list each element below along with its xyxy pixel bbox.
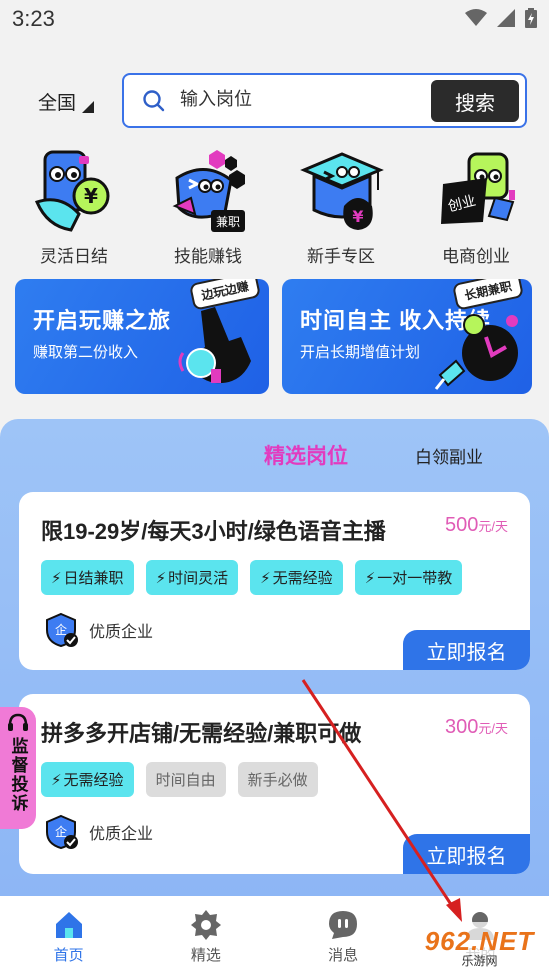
job-tag: ⚡ 日结兼职 <box>41 560 134 595</box>
lightning-icon: ⚡ <box>51 771 62 789</box>
svg-text:企: 企 <box>55 824 67 839</box>
category-newbie-zone[interactable]: ¥ 新手专区 <box>281 150 401 267</box>
nav-label: 精选 <box>190 946 221 964</box>
job-title: 限19-29岁/每天3小时/绿色语音主播 <box>41 519 386 544</box>
banner-title: 开启玩赚之旅 <box>33 308 172 333</box>
apply-button[interactable]: 立即报名 <box>403 630 530 670</box>
battery-icon <box>525 8 537 28</box>
tab-white-collar[interactable]: 白领副业 <box>415 443 483 468</box>
flexible-daily-icon: ¥ <box>31 150 117 236</box>
category-label: 灵活日结 <box>40 247 108 266</box>
search-icon <box>143 90 165 112</box>
salary-unit: 元/天 <box>478 721 508 736</box>
dropdown-triangle-icon <box>82 100 95 113</box>
job-salary: 300元/天 <box>445 716 508 739</box>
nav-home[interactable]: 首页 <box>0 896 137 976</box>
tab-featured[interactable]: 精选岗位 <box>264 440 348 470</box>
site-watermark: 962.NET 乐游网 <box>412 922 547 974</box>
headset-icon <box>8 713 28 731</box>
search-input[interactable] <box>180 89 420 110</box>
verified-shield-icon: 企 <box>46 814 78 850</box>
watermark-brand: 962.NET <box>424 926 535 956</box>
featured-gear-icon <box>190 909 221 940</box>
pointing-hand-icon <box>178 307 251 384</box>
nav-label: 首页 <box>53 946 84 964</box>
category-label: 电商创业 <box>442 247 510 266</box>
region-label: 全国 <box>38 93 77 114</box>
salary-amount: 500 <box>445 514 479 536</box>
search-box[interactable]: 搜索 <box>122 73 527 128</box>
salary-amount: 300 <box>445 716 479 738</box>
banner-long-term[interactable]: 时间自主 收入持续 开启长期增值计划 长期兼职 <box>282 279 532 394</box>
signal-icon <box>497 9 515 27</box>
nav-featured[interactable]: 精选 <box>137 896 274 976</box>
message-icon <box>329 910 358 939</box>
job-title: 拼多多开店铺/无需经验/兼职可做 <box>41 721 362 746</box>
company-info: 企 优质企业 <box>45 612 153 648</box>
banner-subtitle: 开启长期增值计划 <box>300 344 421 361</box>
banner-subtitle: 赚取第二份收入 <box>33 344 139 361</box>
lightning-icon: ⚡ <box>364 569 376 587</box>
status-icons <box>465 8 537 28</box>
nav-messages[interactable]: 消息 <box>275 896 412 976</box>
complaint-label: 监督投诉 <box>8 737 28 813</box>
home-icon <box>55 911 82 938</box>
job-salary: 500元/天 <box>445 514 508 537</box>
nav-label: 消息 <box>328 946 359 964</box>
job-tags: ⚡ 无需经验 时间自由 新手必做 <box>41 762 318 797</box>
verified-shield-icon: 企 <box>46 612 78 648</box>
job-card[interactable]: 拼多多开店铺/无需经验/兼职可做 300元/天 ⚡ 无需经验 时间自由 新手必做 … <box>19 694 530 874</box>
category-label: 技能赚钱 <box>174 247 242 266</box>
job-tags: ⚡ 日结兼职 ⚡ 时间灵活 ⚡ 无需经验 ⚡ 一对一带教 <box>41 560 463 595</box>
job-tag: 时间自由 <box>145 762 226 797</box>
job-tag: ⚡ 无需经验 <box>250 560 343 595</box>
job-card[interactable]: 限19-29岁/每天3小时/绿色语音主播 500元/天 ⚡ 日结兼职 ⚡ 时间灵活 … <box>19 492 530 670</box>
search-button[interactable]: 搜索 <box>431 80 519 122</box>
category-flexible-daily[interactable]: ¥ 灵活日结 <box>14 150 134 267</box>
status-time: 3:23 <box>12 6 55 31</box>
ecommerce-icon: 创业 <box>433 150 519 236</box>
wifi-icon <box>465 9 487 26</box>
salary-unit: 元/天 <box>478 519 508 534</box>
category-label: 新手专区 <box>307 247 375 266</box>
svg-text:¥: ¥ <box>84 184 98 208</box>
complaint-button[interactable]: 监督投诉 <box>0 707 36 829</box>
job-tag: 新手必做 <box>237 762 318 797</box>
badge-parttime: 兼职 <box>216 215 240 229</box>
job-tag: ⚡ 时间灵活 <box>145 560 239 595</box>
company-name: 优质企业 <box>89 624 154 641</box>
job-tag: ⚡ 一对一带教 <box>354 560 463 595</box>
svg-text:¥: ¥ <box>352 207 363 226</box>
watermark-site: 乐游网 <box>461 954 498 968</box>
region-selector[interactable]: 全国 <box>38 88 95 115</box>
category-skill-earn[interactable]: 兼职 技能赚钱 <box>148 150 268 267</box>
company-name: 优质企业 <box>89 826 154 843</box>
category-grid: ¥ 灵活日结 兼职 技能赚钱 ¥ 新手专区 创业 电商创业 <box>0 150 549 267</box>
skill-earn-icon: 兼职 <box>165 150 251 236</box>
apply-button[interactable]: 立即报名 <box>403 834 530 874</box>
category-ecommerce[interactable]: 创业 电商创业 <box>416 150 536 267</box>
lightning-icon: ⚡ <box>155 569 167 587</box>
lightning-icon: ⚡ <box>51 569 62 587</box>
status-bar: 3:23 <box>0 0 549 40</box>
svg-text:企: 企 <box>55 622 67 637</box>
company-info: 企 优质企业 <box>45 814 153 850</box>
job-tag: ⚡ 无需经验 <box>41 762 134 797</box>
banner-play-earn[interactable]: 开启玩赚之旅 赚取第二份收入 边玩边赚 <box>15 279 269 394</box>
rocket-clock-icon <box>434 314 518 390</box>
newbie-zone-icon: ¥ <box>298 150 384 236</box>
lightning-icon: ⚡ <box>260 569 271 587</box>
